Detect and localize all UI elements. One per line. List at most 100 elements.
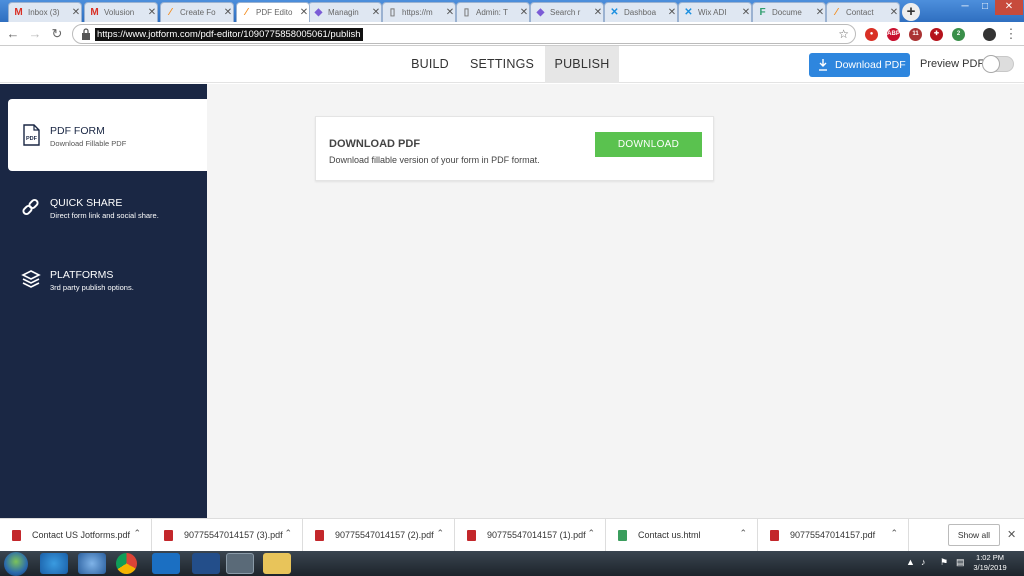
show-all-button[interactable]: Show all: [948, 524, 1000, 546]
chevron-up-icon[interactable]: ⌃: [284, 528, 292, 539]
menu-dots-icon[interactable]: ⋮: [1004, 26, 1018, 42]
network-icon[interactable]: ▤: [956, 557, 965, 568]
sidebar-item-platforms[interactable]: PLATFORMS 3rd party publish options.: [8, 243, 207, 315]
tab-close-icon[interactable]: ✕: [223, 7, 233, 18]
download-item-name: Contact US Jotforms.pdf: [32, 530, 131, 540]
browser-tab[interactable]: ✕ Dashboa ✕: [604, 2, 678, 22]
browser-tab-title: Dashboa: [624, 8, 657, 17]
browser-tab-title: Docume: [772, 8, 802, 17]
chevron-up-icon[interactable]: ⌃: [890, 528, 898, 539]
new-tab-button[interactable]: +: [902, 3, 920, 21]
tab-build[interactable]: BUILD: [401, 46, 459, 83]
chrome-active-icon[interactable]: [226, 553, 254, 574]
chevron-up-icon[interactable]: ⌃: [587, 528, 595, 539]
extension-badge-icon[interactable]: 11: [909, 28, 922, 41]
browser-tab[interactable]: M Inbox (3) ✕: [8, 2, 82, 22]
shield-app-icon[interactable]: [192, 553, 220, 574]
download-pdf-card: DOWNLOAD PDF Download fillable version o…: [315, 116, 714, 181]
toggle-knob: [982, 55, 1000, 73]
browser-tab[interactable]: ⁄ Create Fo ✕: [160, 2, 234, 22]
avatar[interactable]: [983, 28, 996, 41]
browser-tab[interactable]: ◆ Search r ✕: [530, 2, 604, 22]
tab-close-icon[interactable]: ✕: [71, 7, 81, 18]
forward-arrow-icon[interactable]: →: [28, 26, 42, 42]
download-item[interactable]: Contact us.html ⌃: [606, 519, 758, 552]
tab-settings[interactable]: SETTINGS: [462, 46, 542, 83]
sidebar-item-title: PLATFORMS: [50, 269, 114, 281]
tab-publish[interactable]: PUBLISH: [545, 46, 619, 83]
page-icon: ▯: [463, 7, 470, 18]
gmail-icon: M: [14, 7, 23, 18]
tray-up-arrow-icon[interactable]: ▲: [906, 557, 915, 567]
pdf-file-icon: [315, 530, 324, 541]
diamond-icon: ◆: [536, 7, 545, 18]
maximize-button[interactable]: □: [975, 0, 995, 15]
close-icon[interactable]: ✕: [1007, 528, 1016, 541]
pdf-file-icon: [12, 530, 21, 541]
download-item[interactable]: Contact US Jotforms.pdf ⌃: [0, 519, 152, 552]
jotform-icon: ⁄: [835, 7, 838, 18]
close-window-button[interactable]: ✕: [995, 0, 1023, 15]
download-item[interactable]: 90775547014157 (3).pdf ⌃: [152, 519, 303, 552]
download-pdf-button[interactable]: Download PDF: [809, 53, 910, 77]
extension-badge-count: 11: [912, 31, 919, 37]
download-button[interactable]: DOWNLOAD: [595, 132, 702, 157]
chevron-up-icon[interactable]: ⌃: [133, 528, 141, 539]
chevron-up-icon[interactable]: ⌃: [739, 528, 747, 539]
download-item[interactable]: 90775547014157.pdf ⌃: [758, 519, 909, 552]
volume-icon[interactable]: ♪: [921, 557, 926, 567]
pdf-file-icon: [467, 530, 476, 541]
extension-green-count: 2: [956, 31, 961, 37]
chromium-icon[interactable]: [78, 553, 106, 574]
shield-icon[interactable]: ✚: [930, 28, 943, 41]
reload-icon[interactable]: ↻: [50, 26, 64, 42]
url-text[interactable]: https://www.jotform.com/pdf-editor/10907…: [95, 28, 363, 41]
tab-close-icon[interactable]: ✕: [445, 7, 455, 18]
flag-icon[interactable]: ⚑: [940, 557, 948, 568]
system-clock[interactable]: 1:02 PM 3/19/2019: [970, 553, 1010, 573]
extension-green-icon[interactable]: 2: [952, 28, 965, 41]
tab-close-icon[interactable]: ✕: [147, 7, 157, 18]
ie-icon[interactable]: [40, 553, 68, 574]
folder-icon[interactable]: [263, 553, 291, 574]
start-button[interactable]: [4, 552, 28, 576]
url-bar[interactable]: https://www.jotform.com/pdf-editor/10907…: [72, 24, 856, 44]
sidebar-item-pdf-form[interactable]: PDF PDF FORM Download Fillable PDF: [8, 99, 207, 171]
browser-tab[interactable]: M Volusion ✕: [84, 2, 158, 22]
tab-close-icon[interactable]: ✕: [667, 7, 677, 18]
browser-tab[interactable]: ▯ Admin: T ✕: [456, 2, 530, 22]
chevron-up-icon[interactable]: ⌃: [436, 528, 444, 539]
sidebar-item-quick-share[interactable]: QUICK SHARE Direct form link and social …: [8, 171, 207, 243]
browser-tab-title: PDF Edito: [256, 8, 293, 17]
adblock-icon[interactable]: ABP: [887, 28, 900, 41]
html-file-icon: [618, 530, 627, 541]
download-item[interactable]: 90775547014157 (2).pdf ⌃: [303, 519, 455, 552]
browser-tab[interactable]: ◆ Managin ✕: [308, 2, 382, 22]
browser-tab[interactable]: ▯ https://m ✕: [382, 2, 456, 22]
card-title: DOWNLOAD PDF: [329, 138, 421, 150]
pdf-file-icon: [164, 530, 173, 541]
tab-close-icon[interactable]: ✕: [741, 7, 751, 18]
browser-tab-title: Admin: T: [476, 8, 508, 17]
chrome-canary-icon[interactable]: [116, 553, 137, 574]
download-item[interactable]: 90775547014157 (1).pdf ⌃: [455, 519, 606, 552]
windows-taskbar: ▲ ♪ ⚑ ▤ 1:02 PM 3/19/2019: [0, 551, 1024, 576]
tab-close-icon[interactable]: ✕: [299, 7, 309, 18]
tab-close-icon[interactable]: ✕: [519, 7, 529, 18]
browser-tab[interactable]: ⁄ PDF Edito ✕: [236, 2, 310, 22]
bookmark-star-icon[interactable]: ☆: [838, 27, 849, 41]
back-arrow-icon[interactable]: ←: [6, 26, 20, 42]
pdf-file-icon: [770, 530, 779, 541]
thunderbird-icon[interactable]: [152, 553, 180, 574]
browser-tab-title: https://m: [402, 8, 433, 17]
tab-close-icon[interactable]: ✕: [593, 7, 603, 18]
minimize-button[interactable]: ─: [955, 0, 975, 15]
browser-tab[interactable]: F Docume ✕: [752, 2, 826, 22]
tab-close-icon[interactable]: ✕: [371, 7, 381, 18]
tab-close-icon[interactable]: ✕: [815, 7, 825, 18]
browser-tab[interactable]: ✕ Wix ADI ✕: [678, 2, 752, 22]
tab-close-icon[interactable]: ✕: [889, 7, 899, 18]
preview-pdf-toggle[interactable]: [982, 55, 1014, 73]
browser-tab[interactable]: ⁄ Contact ✕: [826, 2, 900, 22]
extension-red-icon[interactable]: ●: [865, 28, 878, 41]
